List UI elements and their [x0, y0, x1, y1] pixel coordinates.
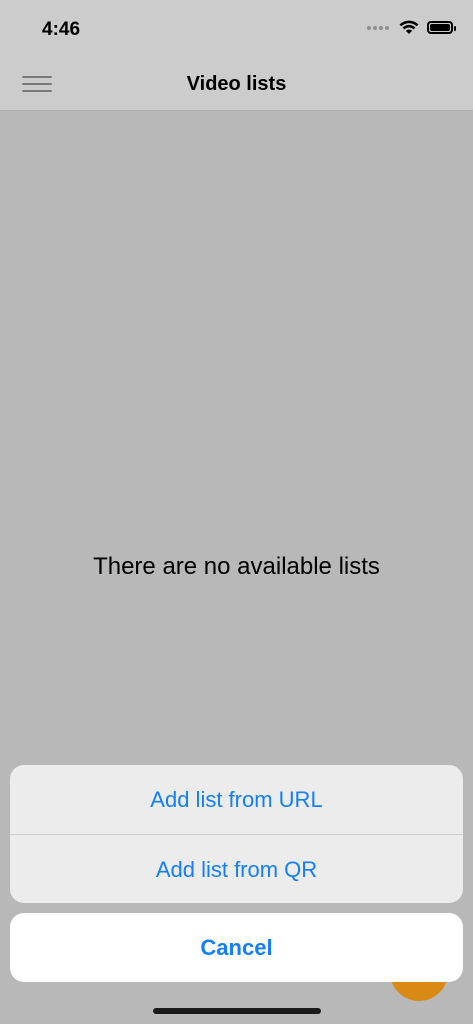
action-sheet: Add list from URL Add list from QR: [10, 765, 463, 903]
signal-icon: [367, 25, 389, 30]
status-bar: 4:46: [0, 0, 473, 60]
cancel-button[interactable]: Cancel: [10, 913, 463, 982]
empty-state-message: There are no available lists: [93, 553, 380, 580]
home-indicator: [153, 1008, 321, 1014]
page-title: Video lists: [186, 73, 287, 95]
status-icons: [367, 20, 456, 35]
wifi-icon: [399, 20, 419, 34]
status-time: 4:46: [42, 19, 81, 40]
navigation-bar: Video lists: [0, 60, 473, 111]
add-list-from-qr-button[interactable]: Add list from QR: [10, 834, 463, 903]
battery-icon: [427, 21, 456, 34]
add-list-from-url-button[interactable]: Add list from URL: [10, 765, 463, 834]
